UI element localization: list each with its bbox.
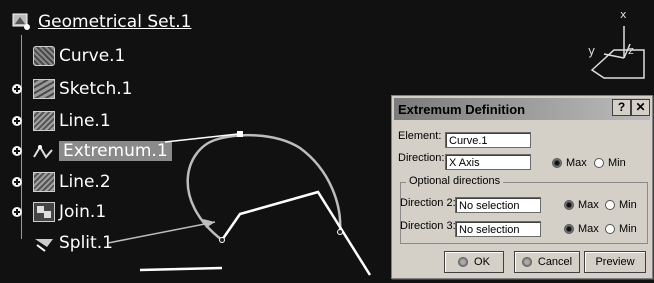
cancel-label: Cancel [537,256,573,268]
compass-x-label: x [620,8,627,21]
ok-button[interactable]: OK [444,251,504,273]
dir3-min-label: Min [619,223,637,235]
help-button[interactable]: ? [612,99,631,116]
compass-widget[interactable]: x y z [584,8,650,90]
element-label: Element: [398,130,442,142]
direction3-field[interactable]: No selection [455,221,541,237]
ok-label: OK [474,256,490,268]
dir3-max-label: Max [578,223,599,235]
compass-y-label: y [588,44,596,58]
compass-z-label: z [628,44,634,57]
split-leader [107,221,216,244]
preview-button[interactable]: Preview [584,251,646,273]
direction2-label: Direction 2: [400,197,456,209]
min-label: Min [608,157,626,169]
cancel-button[interactable]: Cancel [514,251,580,273]
dir2-min-label: Min [619,199,637,211]
extremum-dialog: Extremum Definition ? ✕ Element: Curve.1… [391,95,653,279]
dialog-title: Extremum Definition [398,101,526,117]
direction2-field[interactable]: No selection [455,197,541,213]
close-button[interactable]: ✕ [631,99,650,116]
max-label: Max [566,157,587,169]
dir2-min-radio[interactable] [605,200,615,210]
line-geometry [139,266,223,272]
polyline-geometry [220,190,372,276]
max-radio[interactable] [552,158,562,168]
extremum-point [237,131,243,137]
element-field[interactable]: Curve.1 [445,132,531,148]
optional-directions-title: Optional directions [406,175,504,187]
preview-label: Preview [595,256,635,268]
viewport: Geometrical Set.1 Curve.1 Sketch.1 Line.… [0,0,654,283]
direction-field[interactable]: X Axis [445,154,531,170]
direction3-label: Direction 3: [400,220,456,232]
min-radio[interactable] [594,158,604,168]
dir2-max-radio[interactable] [564,200,574,210]
direction-label: Direction: [398,152,445,164]
cancel-icon [521,257,532,267]
dir3-min-radio[interactable] [605,224,615,234]
dir2-max-label: Max [578,199,599,211]
ok-icon [458,257,469,267]
dir3-max-radio[interactable] [564,224,574,234]
